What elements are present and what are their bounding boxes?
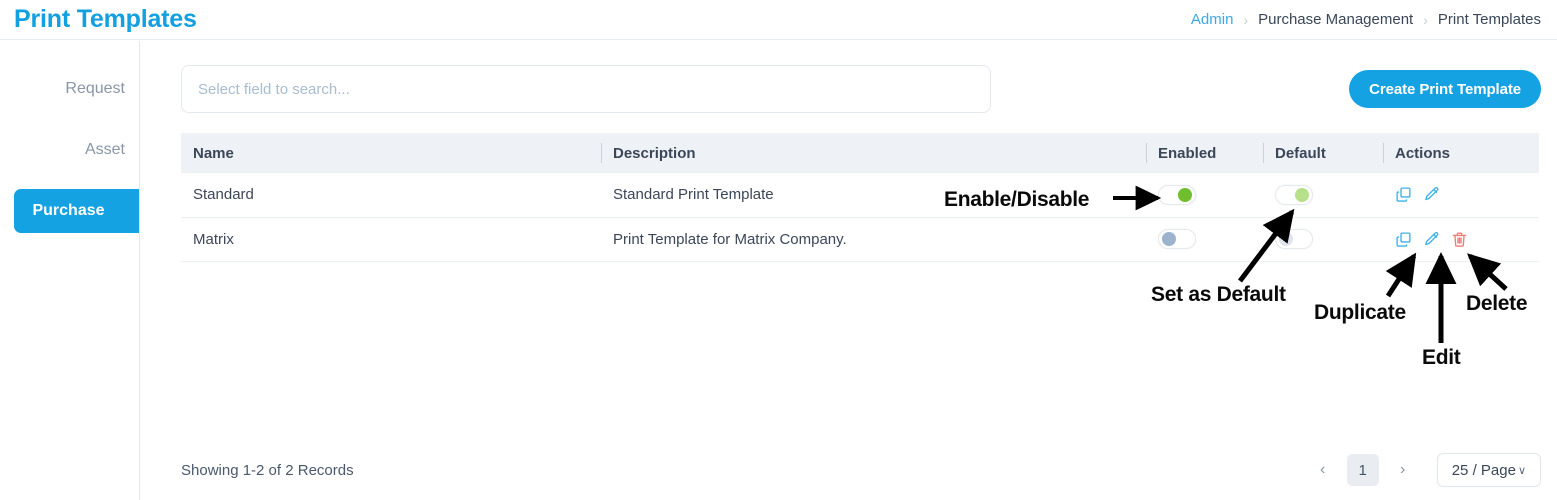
table-footer: Showing 1-2 of 2 Records ‹ 1 › 25 / Page… (181, 450, 1541, 490)
sidebar-item-purchase[interactable]: Purchase (14, 189, 139, 233)
enabled-toggle[interactable] (1158, 229, 1196, 249)
edit-icon[interactable] (1423, 231, 1440, 248)
delete-icon[interactable] (1451, 231, 1468, 248)
sidebar-item-request[interactable]: Request (0, 67, 139, 111)
annotation-set-as-default: Set as Default (1151, 283, 1286, 306)
table-header-row: Name Description Enabled Default Actions (181, 133, 1539, 173)
search-placeholder: Select field to search... (198, 80, 350, 98)
page-title: Print Templates (14, 5, 197, 33)
table-row[interactable]: Standard Standard Print Template (181, 173, 1539, 217)
print-templates-table: Name Description Enabled Default Actions… (181, 133, 1539, 262)
cell-description: Print Template for Matrix Company. (613, 230, 847, 248)
toggle-knob (1295, 187, 1309, 202)
pagination: ‹ 1 › 25 / Page ∨ (1309, 453, 1541, 487)
column-header-description[interactable]: Description (601, 133, 1146, 173)
annotation-delete: Delete (1466, 292, 1528, 315)
toolbar: Select field to search... Create Print T… (181, 65, 1541, 113)
create-print-template-button[interactable]: Create Print Template (1349, 70, 1541, 108)
print-templates-page: Print Templates Admin › Purchase Managem… (0, 0, 1557, 500)
next-page-button[interactable]: › (1389, 456, 1417, 484)
chevron-down-icon: ∨ (1517, 464, 1526, 477)
annotation-edit: Edit (1422, 346, 1461, 369)
column-header-enabled[interactable]: Enabled (1146, 133, 1263, 173)
breadcrumb-item-admin[interactable]: Admin (1191, 11, 1234, 28)
default-toggle[interactable] (1275, 184, 1313, 205)
cell-default (1263, 217, 1383, 261)
cell-actions (1383, 217, 1539, 261)
sidebar-item-asset[interactable]: Asset (0, 128, 139, 172)
cell-enabled (1146, 217, 1263, 261)
column-header-actions: Actions (1383, 133, 1539, 173)
table-row[interactable]: Matrix Print Template for Matrix Company… (181, 217, 1539, 261)
column-header-name[interactable]: Name (181, 133, 601, 173)
duplicate-icon[interactable] (1395, 231, 1412, 248)
top-bar: Print Templates Admin › Purchase Managem… (0, 0, 1557, 40)
page-number-1[interactable]: 1 (1346, 454, 1379, 486)
search-input[interactable]: Select field to search... (181, 65, 991, 113)
cell-actions (1383, 173, 1539, 217)
annotation-duplicate: Duplicate (1314, 301, 1406, 324)
content-area: Select field to search... Create Print T… (141, 41, 1557, 500)
toggle-knob (1162, 232, 1176, 246)
toggle-knob (1279, 232, 1293, 246)
breadcrumb-item-print-templates: Print Templates (1437, 11, 1541, 28)
prev-page-button[interactable]: ‹ (1309, 456, 1337, 484)
cell-default (1263, 173, 1383, 217)
enabled-toggle[interactable] (1158, 184, 1196, 205)
default-toggle[interactable] (1275, 229, 1313, 249)
duplicate-icon[interactable] (1395, 186, 1412, 203)
breadcrumb-item-purchase-management[interactable]: Purchase Management (1258, 11, 1413, 28)
chevron-right-icon: › (1423, 11, 1428, 28)
page-size-select[interactable]: 25 / Page ∨ (1436, 453, 1541, 487)
records-count-label: Showing 1-2 of 2 Records (181, 461, 354, 479)
sidebar: Request Asset Purchase (0, 41, 140, 500)
annotation-enable-disable: Enable/Disable (944, 188, 1090, 211)
cell-name: Standard (193, 186, 254, 204)
column-header-default[interactable]: Default (1263, 133, 1383, 173)
page-size-label: 25 / Page (1451, 461, 1516, 479)
breadcrumb: Admin › Purchase Management › Print Temp… (1191, 11, 1541, 28)
cell-enabled (1146, 173, 1263, 217)
toggle-knob (1178, 187, 1192, 202)
cell-name: Matrix (193, 230, 234, 248)
chevron-right-icon: › (1243, 11, 1249, 28)
edit-icon[interactable] (1423, 186, 1440, 203)
